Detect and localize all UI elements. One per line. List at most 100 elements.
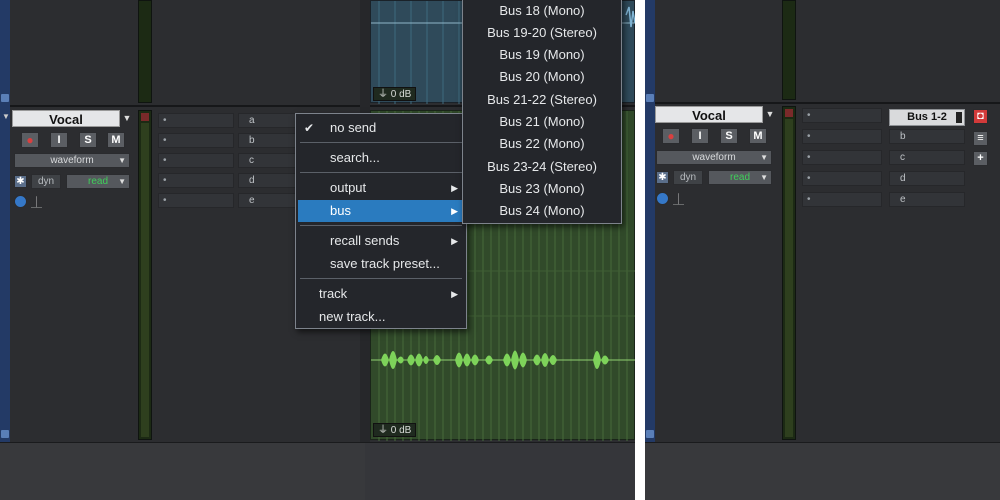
bus-menu-item[interactable]: Bus 19 (Mono) — [463, 44, 621, 66]
track-expand-icon[interactable]: ▼ — [2, 112, 10, 121]
pan-icon: ⏊ — [673, 194, 684, 206]
daw-before-panel: ▼ Vocal ▼ ● I S M waveform ▼ ✱ dyn read ▼ … — [0, 0, 635, 500]
automation-icon[interactable]: ✱ — [14, 175, 27, 188]
solo-button[interactable]: S — [720, 128, 738, 144]
bottom-toolbar — [645, 442, 1000, 500]
send-a-label: Bus 1-2 — [907, 111, 947, 123]
level-meter-vocal — [782, 106, 796, 440]
bus-menu-item[interactable]: Bus 21 (Mono) — [463, 111, 621, 133]
bus-menu-item[interactable]: Bus 20 (Mono) — [463, 66, 621, 88]
bus-menu-item[interactable]: Bus 19-20 (Stereo) — [463, 22, 621, 44]
track-view-dropdown[interactable]: waveform ▼ — [14, 153, 130, 168]
mute-button[interactable]: M — [749, 128, 767, 144]
menu-item-new-track[interactable]: new track... — [298, 306, 464, 328]
dyn-button[interactable]: dyn — [673, 170, 703, 185]
strip-resize-handle[interactable] — [1, 94, 9, 102]
insert-slot[interactable] — [802, 192, 882, 207]
send-a-button[interactable]: Bus 1-2 — [889, 109, 965, 126]
mute-button[interactable]: M — [107, 132, 125, 148]
bus-submenu: Bus 18 (Mono) Bus 19-20 (Stereo) Bus 19 … — [462, 0, 622, 224]
daw-after-panel: Vocal ▼ ● I S M waveform ▼ ✱ dyn read ▼ ⏊ … — [645, 0, 1000, 500]
submenu-arrow-icon: ▶ — [451, 289, 458, 299]
submenu-arrow-icon: ▶ — [451, 183, 458, 193]
solo-button[interactable]: S — [79, 132, 97, 148]
chevron-down-icon: ▼ — [118, 177, 126, 186]
checkmark-icon: ✔ — [304, 121, 315, 135]
insert-slot[interactable] — [802, 171, 882, 186]
level-meter-vocal — [138, 110, 152, 440]
menu-separator — [300, 172, 462, 173]
clip-gain-top[interactable]: ⏚ 0 dB — [373, 87, 417, 101]
add-send-icon[interactable]: + — [973, 151, 988, 166]
insert-slot[interactable] — [158, 153, 234, 168]
send-window-icon[interactable]: ≡ — [973, 131, 988, 146]
automation-mode-dropdown[interactable]: read ▼ — [708, 170, 772, 185]
record-button[interactable]: ● — [21, 132, 39, 148]
bus-menu-item[interactable]: Bus 24 (Mono) — [463, 200, 621, 222]
clip-indicator — [785, 109, 793, 117]
insert-slot[interactable] — [802, 129, 882, 144]
insert-slot[interactable] — [802, 150, 882, 165]
track-name[interactable]: Vocal — [655, 106, 763, 123]
bus-menu-item[interactable]: Bus 23 (Mono) — [463, 178, 621, 200]
menu-item-bus[interactable]: bus ▶ — [298, 200, 464, 222]
insert-slot[interactable] — [158, 173, 234, 188]
send-slot-e[interactable]: e — [889, 192, 965, 207]
automation-mode-value: read — [87, 176, 108, 187]
track-menu-arrow-icon[interactable]: ▼ — [765, 106, 775, 123]
menu-item-track[interactable]: track ▶ — [298, 283, 464, 305]
record-button[interactable]: ● — [662, 128, 680, 144]
image-divider — [635, 0, 645, 500]
automation-mode-dropdown[interactable]: read ▼ — [66, 174, 130, 189]
menu-separator — [300, 142, 462, 143]
track-view-value: waveform — [50, 155, 94, 166]
level-meter-top — [138, 0, 152, 103]
send-mute-icon[interactable]: ◘ — [973, 109, 988, 124]
clip-gain-value: 0 dB — [390, 425, 412, 436]
automation-icon[interactable]: ✱ — [656, 171, 669, 184]
clip-indicator — [141, 113, 149, 121]
menu-item-save-track-preset[interactable]: save track preset... — [298, 253, 464, 275]
chevron-down-icon: ▼ — [118, 156, 126, 165]
menu-item-output[interactable]: output ▶ — [298, 177, 464, 199]
bus-menu-item[interactable]: Bus 21-22 (Stereo) — [463, 89, 621, 111]
left-track-color-strip — [0, 0, 10, 442]
track-menu-arrow-icon[interactable]: ▼ — [122, 110, 132, 127]
input-button[interactable]: I — [50, 132, 68, 148]
bus-menu-item[interactable]: Bus 22 (Mono) — [463, 133, 621, 155]
send-slot-d[interactable]: d — [889, 171, 965, 186]
input-button[interactable]: I — [691, 128, 709, 144]
send-slot-c[interactable]: c — [889, 150, 965, 165]
track-view-value: waveform — [692, 152, 736, 163]
send-slot-b[interactable]: b — [889, 129, 965, 144]
dyn-button[interactable]: dyn — [31, 174, 61, 189]
strip-resize-handle[interactable] — [646, 430, 654, 438]
timebase-icon[interactable] — [14, 195, 27, 208]
insert-slot[interactable] — [802, 108, 882, 123]
automation-mode-value: read — [729, 172, 750, 183]
send-context-menu: ✔ no send search... output ▶ bus ▶ recal… — [295, 113, 467, 329]
insert-slot[interactable] — [158, 133, 234, 148]
track-separator — [655, 102, 1000, 104]
strip-resize-handle[interactable] — [646, 94, 654, 102]
clip-gain-vocal[interactable]: ⏚ 0 dB — [373, 423, 417, 437]
insert-slot[interactable] — [158, 113, 234, 128]
track-view-dropdown[interactable]: waveform ▼ — [656, 150, 772, 165]
timebase-icon[interactable] — [656, 192, 669, 205]
submenu-arrow-icon: ▶ — [451, 206, 458, 216]
menu-item-recall-sends[interactable]: recall sends ▶ — [298, 230, 464, 252]
chevron-down-icon: ▼ — [760, 153, 768, 162]
track-name[interactable]: Vocal — [12, 110, 120, 127]
menu-item-no-send[interactable]: ✔ no send — [298, 117, 464, 139]
bus-menu-item[interactable]: Bus 23-24 (Stereo) — [463, 156, 621, 178]
bus-menu-item[interactable]: Bus 18 (Mono) — [463, 0, 621, 22]
submenu-arrow-icon: ▶ — [451, 236, 458, 246]
level-meter-top — [782, 0, 796, 100]
insert-slot[interactable] — [158, 193, 234, 208]
meter-fill — [141, 123, 149, 437]
chevron-down-icon: ▼ — [760, 173, 768, 182]
menu-item-search[interactable]: search... — [298, 147, 464, 169]
strip-resize-handle[interactable] — [1, 430, 9, 438]
pan-icon: ⏊ — [31, 197, 42, 209]
meter-fill — [785, 119, 793, 437]
